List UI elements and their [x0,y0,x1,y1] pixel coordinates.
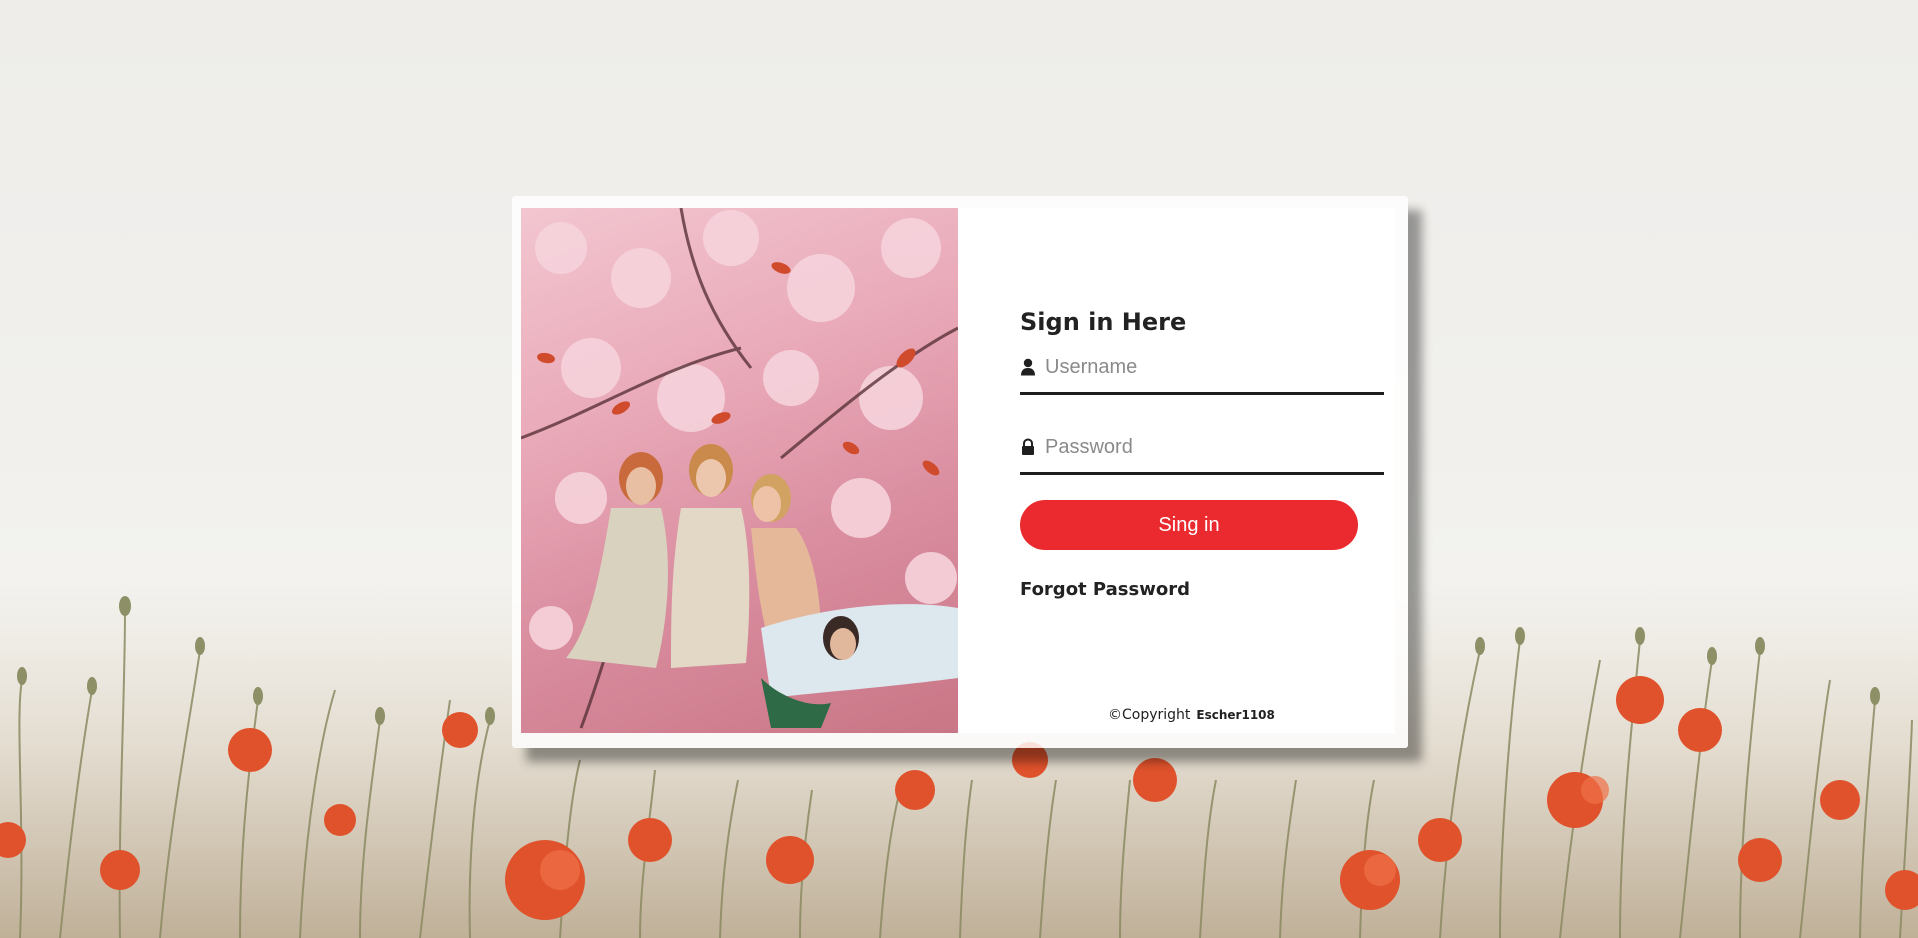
copyright-label: ©Copyright [1108,707,1191,723]
copyright-owner: Escher1108 [1196,708,1275,722]
photo-illustration [521,208,958,729]
forgot-password-link[interactable]: Forgot Password [1020,579,1190,600]
username-input[interactable] [1045,350,1375,384]
user-icon [1021,358,1035,376]
copyright-footer: ©Copyright Escher1108 [1108,707,1275,723]
signin-button[interactable]: Sing in [1020,500,1358,550]
login-card: Sign in Here Sing in Forgot Password ©Co… [512,196,1408,748]
lock-icon [1022,438,1034,455]
signin-title: Sign in Here [1020,308,1187,336]
signin-form: Sign in Here Sing in Forgot Password ©Co… [1008,196,1388,748]
password-field [1020,428,1384,475]
username-field [1020,348,1384,395]
cherry-blossom-photo [521,208,958,733]
password-input[interactable] [1045,430,1375,464]
